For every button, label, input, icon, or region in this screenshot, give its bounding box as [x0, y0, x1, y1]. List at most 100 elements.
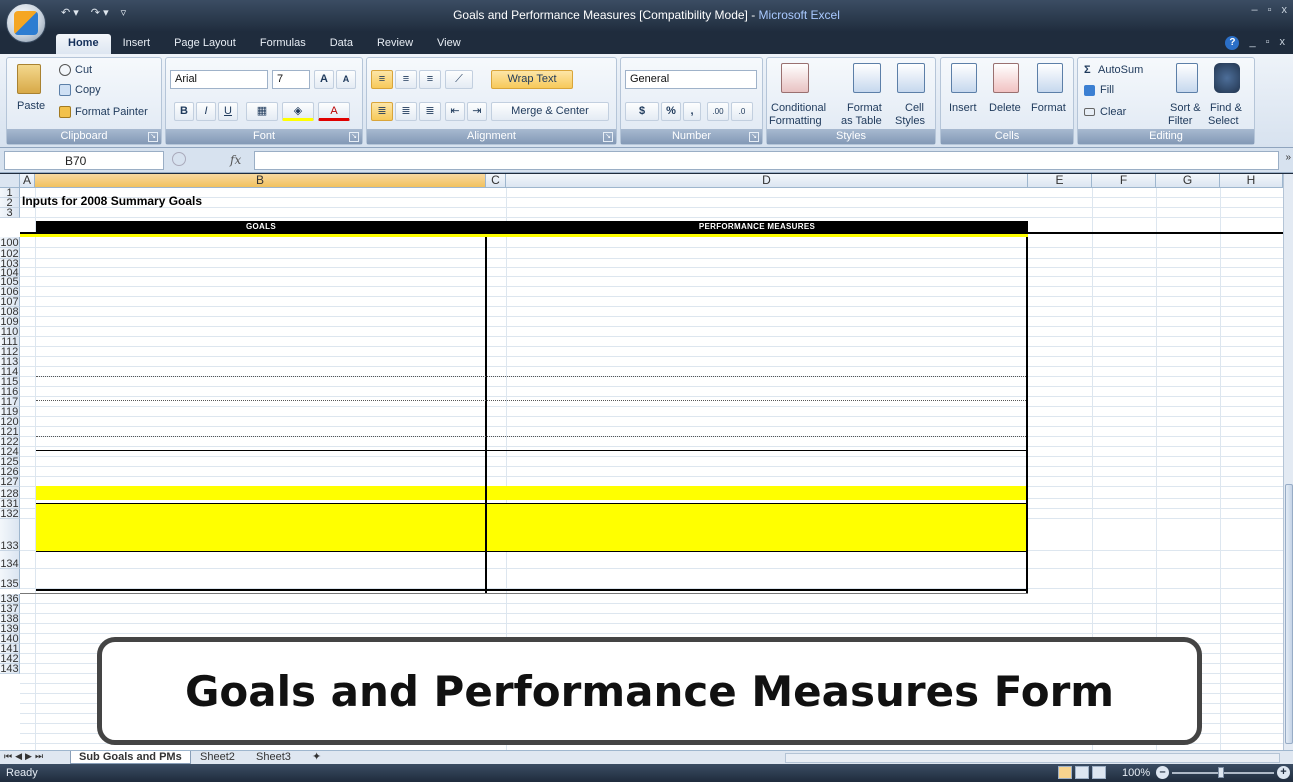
- row-header[interactable]: 131: [0, 499, 20, 509]
- row-header[interactable]: 111: [0, 337, 20, 347]
- font-launcher-icon[interactable]: ↘: [349, 132, 359, 142]
- format-painter-button[interactable]: Format Painter: [75, 106, 148, 118]
- copy-button[interactable]: Copy: [75, 84, 101, 96]
- restore-button[interactable]: ▫: [1268, 4, 1272, 16]
- sheet-tab-sheet2[interactable]: Sheet2: [192, 751, 243, 764]
- row-header[interactable]: 117: [0, 397, 20, 407]
- number-format-select[interactable]: General: [625, 70, 757, 89]
- horizontal-scrollbar[interactable]: [785, 753, 1280, 763]
- sheet-title-cell[interactable]: Inputs for 2008 Summary Goals: [22, 194, 202, 208]
- row-header[interactable]: 135: [0, 569, 20, 589]
- expand-formula-bar-icon[interactable]: »: [1285, 152, 1291, 163]
- yellow-cell[interactable]: [487, 486, 1026, 500]
- zoom-in-button[interactable]: +: [1277, 766, 1290, 779]
- sort-filter-button[interactable]: Sort &: [1170, 102, 1201, 114]
- increase-indent-icon[interactable]: ⇥: [467, 102, 487, 121]
- zoom-out-button[interactable]: –: [1156, 766, 1169, 779]
- row-header[interactable]: 110: [0, 327, 20, 337]
- name-box[interactable]: B70: [4, 151, 164, 170]
- performance-measures-header[interactable]: PERFORMANCE MEASURES: [486, 221, 1028, 232]
- select-all-corner[interactable]: [0, 174, 20, 188]
- format-button[interactable]: Format: [1031, 102, 1066, 114]
- decrease-indent-icon[interactable]: ⇤: [445, 102, 465, 121]
- row-header[interactable]: 103: [0, 259, 20, 268]
- tab-view[interactable]: View: [425, 34, 473, 54]
- tab-formulas[interactable]: Formulas: [248, 34, 318, 54]
- row-header[interactable]: 114: [0, 367, 20, 377]
- grow-font-button[interactable]: A: [314, 70, 334, 89]
- row-header[interactable]: 112: [0, 347, 20, 357]
- column-header-a[interactable]: A: [20, 174, 35, 188]
- row-header[interactable]: 126: [0, 467, 20, 477]
- zoom-slider-thumb[interactable]: [1218, 767, 1224, 778]
- clipboard-launcher-icon[interactable]: ↘: [148, 132, 158, 142]
- normal-view-icon[interactable]: [1058, 766, 1072, 779]
- row-header[interactable]: 137: [0, 604, 20, 614]
- yellow-cell[interactable]: [36, 486, 485, 500]
- row-header[interactable]: 109: [0, 317, 20, 327]
- cell-styles-button[interactable]: Cell: [905, 102, 924, 114]
- row-header[interactable]: 120: [0, 417, 20, 427]
- cut-button[interactable]: Cut: [75, 64, 92, 76]
- row-header[interactable]: 121: [0, 427, 20, 437]
- column-header-g[interactable]: G: [1156, 174, 1220, 188]
- borders-icon[interactable]: ▦: [246, 102, 278, 121]
- increase-decimal-icon[interactable]: .00: [707, 102, 729, 121]
- number-launcher-icon[interactable]: ↘: [749, 132, 759, 142]
- row-header[interactable]: 100: [0, 237, 20, 248]
- alignment-launcher-icon[interactable]: ↘: [603, 132, 613, 142]
- align-left-icon[interactable]: ≣: [371, 102, 393, 121]
- tab-home[interactable]: Home: [56, 34, 111, 54]
- comma-button[interactable]: ,: [683, 102, 701, 121]
- row-header[interactable]: 108: [0, 307, 20, 317]
- clear-button[interactable]: Clear: [1100, 106, 1126, 118]
- decrease-decimal-icon[interactable]: .0: [731, 102, 753, 121]
- sheet-tab-sub-goals[interactable]: Sub Goals and PMs: [70, 751, 191, 764]
- percent-button[interactable]: %: [661, 102, 681, 121]
- tab-page-layout[interactable]: Page Layout: [162, 34, 248, 54]
- delete-button[interactable]: Delete: [989, 102, 1021, 114]
- zoom-level[interactable]: 100%: [1122, 767, 1150, 779]
- font-name-select[interactable]: Arial: [170, 70, 268, 89]
- yellow-cell[interactable]: [36, 504, 485, 551]
- tab-review[interactable]: Review: [365, 34, 425, 54]
- row-header[interactable]: 105: [0, 277, 20, 287]
- row-header[interactable]: 125: [0, 457, 20, 467]
- underline-button[interactable]: U: [218, 102, 238, 121]
- italic-button[interactable]: I: [196, 102, 216, 121]
- font-color-icon[interactable]: A: [318, 102, 350, 121]
- row-header[interactable]: 138: [0, 614, 20, 624]
- align-middle-icon[interactable]: ≡: [395, 70, 417, 89]
- align-bottom-icon[interactable]: ≡: [419, 70, 441, 89]
- row-header[interactable]: 143: [0, 664, 20, 674]
- font-size-select[interactable]: 7: [272, 70, 310, 89]
- row-header[interactable]: 107: [0, 297, 20, 307]
- align-center-icon[interactable]: ≣: [395, 102, 417, 121]
- row-header[interactable]: 122: [0, 437, 20, 447]
- minimize-button[interactable]: –: [1251, 4, 1257, 16]
- currency-button[interactable]: $: [625, 102, 659, 121]
- autosum-button[interactable]: AutoSum: [1098, 64, 1143, 76]
- row-header[interactable]: 134: [0, 551, 20, 569]
- tab-insert[interactable]: Insert: [111, 34, 163, 54]
- insert-sheet-icon[interactable]: ✦: [304, 751, 329, 764]
- row-header[interactable]: 140: [0, 634, 20, 644]
- column-header-e[interactable]: E: [1028, 174, 1092, 188]
- conditional-formatting-button[interactable]: Conditional: [771, 102, 826, 114]
- column-header-d[interactable]: D: [506, 174, 1028, 188]
- orientation-icon[interactable]: ⟋: [445, 70, 473, 89]
- workbook-restore-button[interactable]: ▫: [1266, 36, 1270, 50]
- sheet-nav-arrows-icon[interactable]: ⏮◀▶⏭: [4, 751, 46, 762]
- page-layout-view-icon[interactable]: [1075, 766, 1089, 779]
- close-button[interactable]: x: [1282, 4, 1288, 16]
- yellow-cell[interactable]: [487, 504, 1026, 551]
- tab-data[interactable]: Data: [318, 34, 365, 54]
- insert-button[interactable]: Insert: [949, 102, 977, 114]
- row-header[interactable]: 102: [0, 248, 20, 259]
- column-header-c[interactable]: C: [486, 174, 506, 188]
- shrink-font-button[interactable]: A: [336, 70, 356, 89]
- row-header[interactable]: 133: [0, 519, 20, 551]
- goals-header[interactable]: GOALS: [36, 221, 486, 232]
- office-button[interactable]: [6, 3, 46, 43]
- row-header[interactable]: 132: [0, 509, 20, 519]
